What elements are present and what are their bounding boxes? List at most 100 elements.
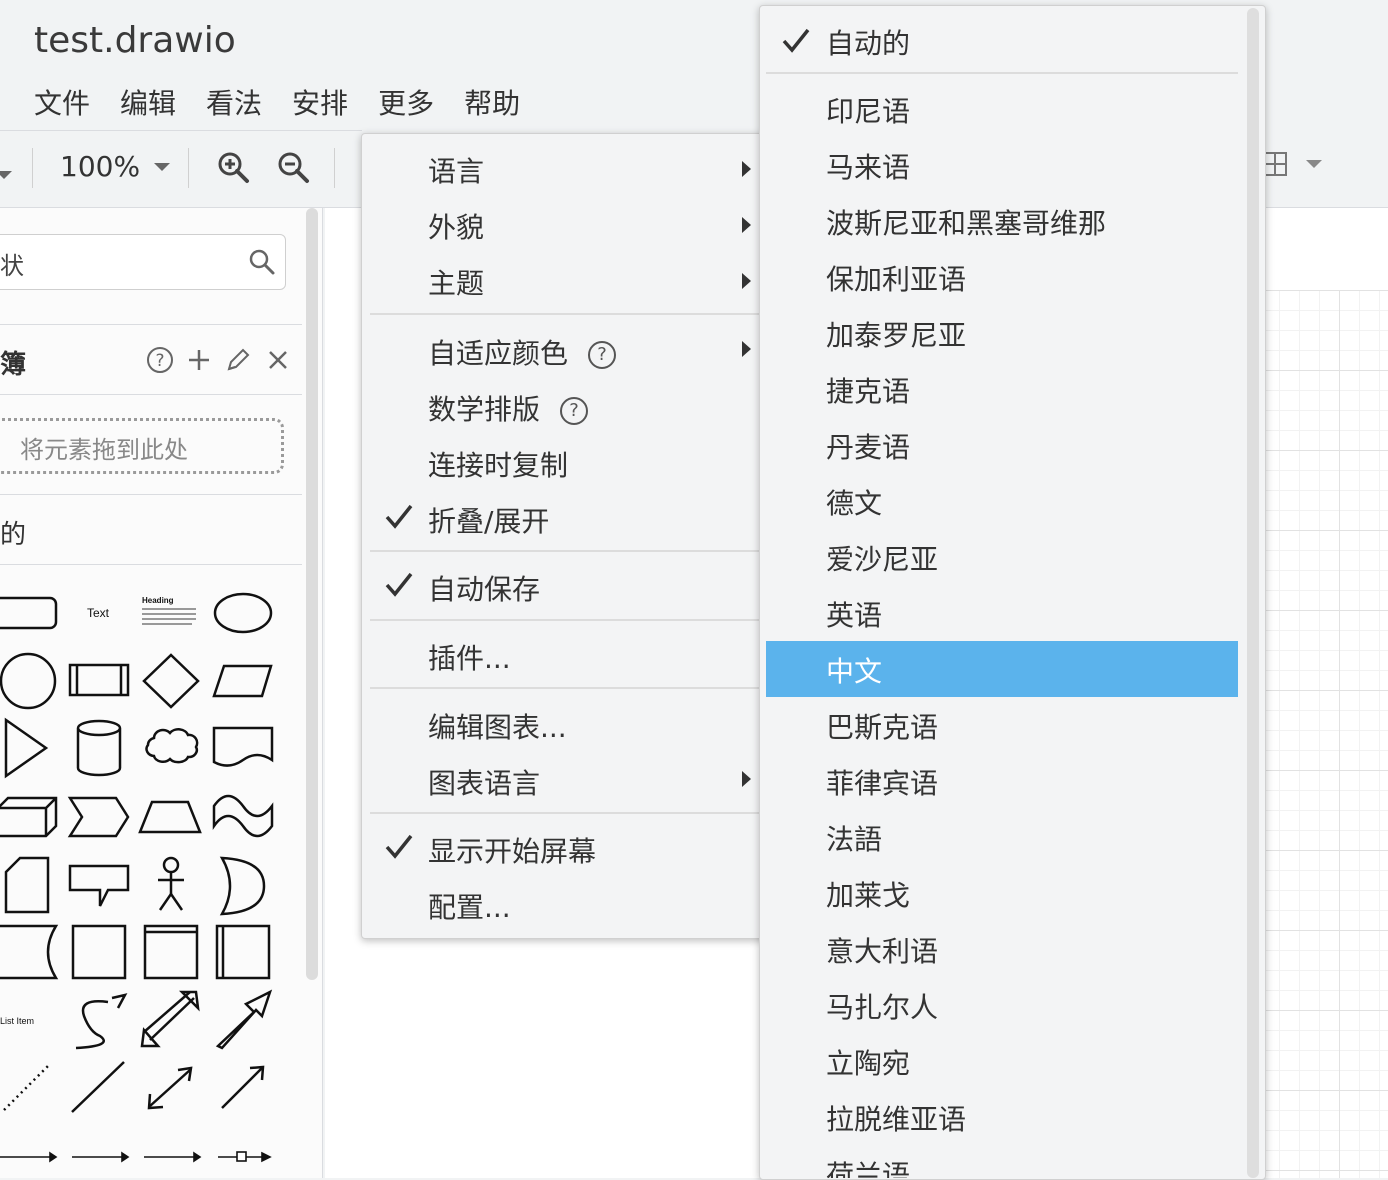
language-item[interactable]: 英语 <box>826 594 882 634</box>
shape-heading-label: Heading <box>142 596 174 605</box>
menu-item-configuration[interactable]: 配置... <box>428 886 511 926</box>
shape-tape <box>212 794 274 838</box>
menu-item-edit-diagram[interactable]: 编辑图表... <box>428 706 567 746</box>
menu-item-plugins[interactable]: 插件... <box>428 637 511 677</box>
language-item[interactable]: 捷克语 <box>826 370 910 410</box>
page-view-dropdown-caret[interactable] <box>0 164 12 183</box>
shape-document <box>212 726 274 767</box>
menu-file[interactable]: 文件 <box>34 82 90 122</box>
shape-text-label: Text <box>87 606 110 620</box>
menu-view[interactable]: 看法 <box>206 82 262 122</box>
sidebar-divider <box>0 324 302 325</box>
shape-or <box>219 856 266 916</box>
zoom-in-icon[interactable] <box>216 150 250 188</box>
shape-actor <box>158 856 184 911</box>
language-item[interactable]: 意大利语 <box>826 930 938 970</box>
submenu-arrow-icon <box>742 161 751 177</box>
shape-data-storage <box>0 924 59 980</box>
shape-cylinder <box>76 719 122 777</box>
language-item[interactable]: 马来语 <box>826 146 910 186</box>
language-item[interactable]: 加莱戈 <box>826 874 910 914</box>
toolbar-separator <box>32 148 33 188</box>
shape-rounded-rectangle <box>0 596 58 630</box>
menu-item-copy-on-connect[interactable]: 连接时复制 <box>428 444 568 484</box>
help-icon[interactable]: ? <box>588 341 617 369</box>
sidebar-divider <box>0 564 302 565</box>
shape-trapezoid <box>138 800 202 834</box>
submenu-arrow-icon <box>742 341 751 357</box>
menu-item-collapse-expand[interactable]: 折叠/展开 <box>428 500 549 540</box>
shape-parallelogram <box>212 664 273 698</box>
menu-item-autosave[interactable]: 自动保存 <box>428 568 540 608</box>
shape-ellipse <box>213 592 273 634</box>
menu-item-diagram-language[interactable]: 图表语言 <box>428 762 540 802</box>
help-icon[interactable]: ? <box>560 397 589 425</box>
checkmark-icon <box>384 502 414 532</box>
search-icon[interactable] <box>248 248 276 280</box>
canvas-grid <box>1265 290 1388 1178</box>
language-item-selected[interactable]: 中文 <box>826 650 882 690</box>
shape-circle <box>0 652 57 710</box>
svg-text:?: ? <box>155 351 164 371</box>
sidebar-divider <box>0 394 302 395</box>
close-icon[interactable] <box>264 346 292 378</box>
document-title[interactable]: test.drawio <box>34 20 236 61</box>
table-dropdown[interactable] <box>1262 150 1322 178</box>
language-item[interactable]: 印尼语 <box>826 90 910 130</box>
menu-help[interactable]: 帮助 <box>464 82 520 122</box>
shape-card <box>4 856 50 914</box>
submenu-arrow-icon <box>742 771 751 787</box>
menu-item-theme[interactable]: 主题 <box>428 262 484 302</box>
menu-item-label: 自适应颜色 <box>428 337 569 370</box>
menu-item-adaptive-colors[interactable]: 自适应颜色? <box>428 332 617 372</box>
language-item[interactable]: 德文 <box>826 482 882 522</box>
shape-square <box>71 924 127 980</box>
language-submenu-scrollbar[interactable] <box>1247 8 1259 1178</box>
menu-separator <box>370 812 760 814</box>
menu-extras[interactable]: 更多 <box>378 82 434 122</box>
shape-line <box>71 1061 125 1113</box>
shape-step <box>67 796 130 838</box>
shape-cube <box>0 796 58 838</box>
sidebar-scrollbar[interactable] <box>306 208 318 980</box>
chevron-down-icon <box>154 162 171 171</box>
language-item[interactable]: 法語 <box>826 818 882 858</box>
shape-triangle <box>4 717 49 779</box>
submenu-arrow-icon <box>742 273 751 289</box>
shape-curve <box>75 1000 109 1050</box>
shape-bidirectional-arrow <box>140 990 200 1048</box>
menu-item-language[interactable]: 语言 <box>428 150 484 190</box>
scratchpad-title[interactable]: 簿 <box>0 344 26 381</box>
shape-callout <box>68 864 130 907</box>
language-item[interactable]: 保加利亚语 <box>826 258 966 298</box>
menu-separator <box>370 619 760 621</box>
sidebar-divider <box>0 494 302 495</box>
language-item[interactable]: 拉脱维亚语 <box>826 1098 966 1138</box>
language-item[interactable]: 巴斯克语 <box>826 706 938 746</box>
help-icon[interactable]: ? <box>146 346 174 378</box>
language-item-auto[interactable]: 自动的 <box>826 22 910 62</box>
shape-diamond <box>142 653 200 709</box>
general-palette-title[interactable]: 的 <box>0 514 26 551</box>
pencil-icon[interactable] <box>224 346 252 378</box>
language-item[interactable]: 菲律宾语 <box>826 762 938 802</box>
menu-edit[interactable]: 编辑 <box>120 82 176 122</box>
zoom-dropdown[interactable]: 100% <box>60 150 171 183</box>
language-item[interactable]: 波斯尼亚和黑塞哥维那 <box>826 202 1106 242</box>
shape-search-input[interactable] <box>0 234 286 290</box>
menu-arrange[interactable]: 安排 <box>292 82 348 122</box>
add-icon[interactable] <box>186 346 212 378</box>
language-item[interactable]: 爱沙尼亚 <box>826 538 938 578</box>
language-item[interactable]: 荷兰语 <box>826 1154 910 1178</box>
toolbar-separator <box>188 148 189 188</box>
language-item[interactable]: 加泰罗尼亚 <box>826 314 966 354</box>
language-item[interactable]: 立陶宛 <box>826 1042 910 1082</box>
menu-separator <box>370 313 760 315</box>
checkmark-icon <box>781 26 811 60</box>
menu-item-show-start-screen[interactable]: 显示开始屏幕 <box>428 830 596 870</box>
menu-item-appearance[interactable]: 外貌 <box>428 206 484 246</box>
language-item[interactable]: 马扎尔人 <box>826 986 938 1026</box>
menu-item-math-typesetting[interactable]: 数学排版? <box>428 388 589 428</box>
language-item[interactable]: 丹麦语 <box>826 426 910 466</box>
zoom-out-icon[interactable] <box>276 150 310 188</box>
